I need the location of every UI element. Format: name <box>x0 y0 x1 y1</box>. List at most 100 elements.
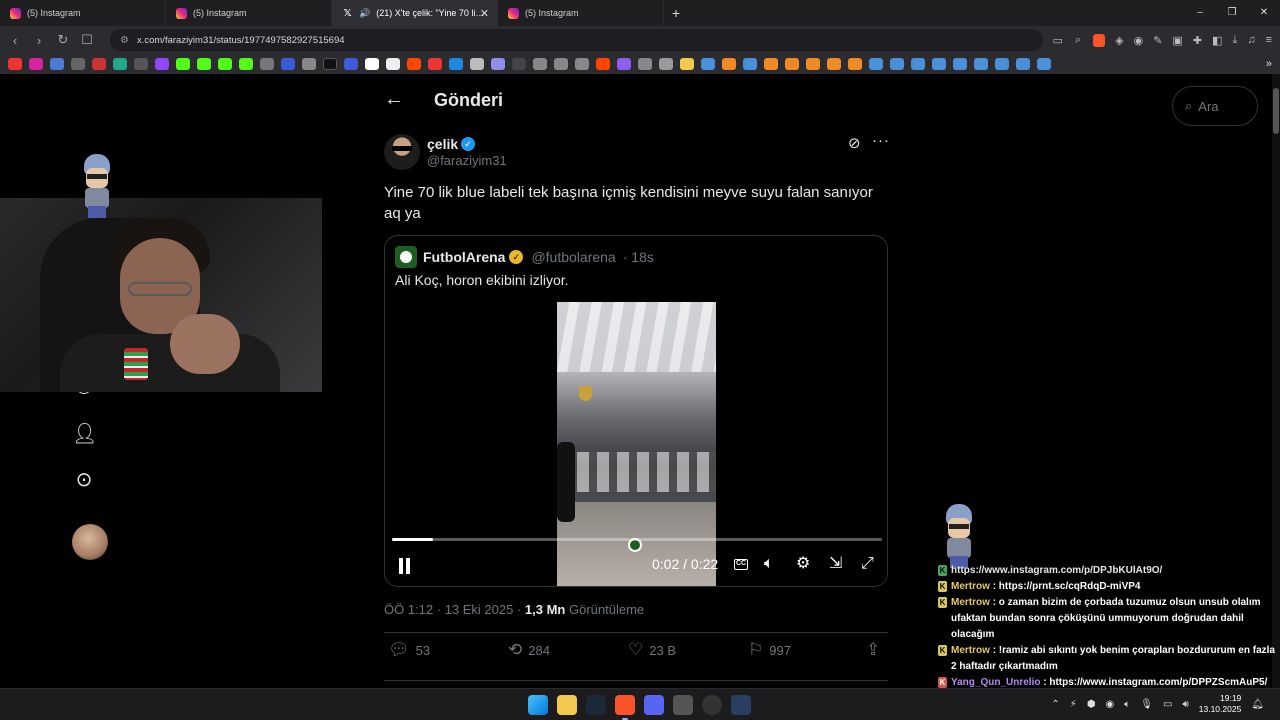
bookmark-icon[interactable] <box>134 58 148 70</box>
bookmark-icon[interactable] <box>302 58 316 70</box>
bookmark-steam-icon[interactable] <box>1037 58 1051 70</box>
steam-icon[interactable] <box>586 695 606 715</box>
system-clock[interactable]: 19:19 13.10.2025 <box>1199 693 1242 715</box>
tab-instagram-3[interactable]: (5) Instagram <box>498 0 664 26</box>
media-icon[interactable]: ♫ <box>1247 34 1255 47</box>
bookmark-icon[interactable]: ☐ <box>80 32 94 48</box>
url-text[interactable]: x.com/faraziyim31/status/197749758292751… <box>137 35 345 46</box>
extension-icon[interactable]: ◈ <box>1115 34 1123 47</box>
extension-icon[interactable]: ▣ <box>1172 34 1182 47</box>
discord-icon[interactable] <box>644 695 664 715</box>
tab-instagram-1[interactable]: (5) Instagram <box>0 0 166 26</box>
more-options-icon[interactable]: ··· <box>872 132 890 149</box>
forward-icon[interactable]: › <box>32 33 46 48</box>
captions-icon[interactable]: CC <box>734 559 748 570</box>
bookmark-reddit-icon[interactable] <box>407 58 421 70</box>
author-handle[interactable]: @faraziyim31 <box>427 153 507 168</box>
dock-video-icon[interactable]: ⇲ <box>829 554 842 574</box>
bookmark-button[interactable]: ⚐ 997 <box>748 640 791 660</box>
bookmark-steam-icon[interactable] <box>869 58 883 70</box>
quoted-author-handle[interactable]: @futbolarena <box>531 249 615 265</box>
bookmark-icon[interactable] <box>617 58 631 70</box>
video-player[interactable]: 0:02 / 0:22 CC 🔈︎ ⚙ ⇲ ⤢ <box>385 302 887 586</box>
bookmark-kick-icon[interactable] <box>197 58 211 70</box>
site-settings-icon[interactable]: ⚙ <box>120 35 129 46</box>
bookmark-steam-icon[interactable] <box>995 58 1009 70</box>
volume-icon[interactable]: 🔈︎ <box>764 554 774 574</box>
tray-volume-icon[interactable]: 🔈︎ <box>1124 699 1130 710</box>
menu-icon[interactable]: ≡ <box>1266 34 1272 47</box>
scrollbar-thumb[interactable] <box>1273 88 1279 134</box>
bookmark-icon[interactable] <box>491 58 505 70</box>
quoted-author-name[interactable]: FutbolArena <box>423 249 505 265</box>
bookmark-reddit-icon[interactable] <box>596 58 610 70</box>
bookmark-steam-icon[interactable] <box>953 58 967 70</box>
minimize-button[interactable]: – <box>1184 0 1216 26</box>
bookmark-instagram-icon[interactable] <box>29 58 43 70</box>
bookmark-icon[interactable] <box>554 58 568 70</box>
share-button[interactable]: ⇪ <box>866 640 880 660</box>
bookmark-icon[interactable] <box>533 58 547 70</box>
file-explorer-icon[interactable] <box>557 695 577 715</box>
tray-app-icon[interactable]: ⚡ <box>1070 699 1077 710</box>
bookmark-youtube-icon[interactable] <box>8 58 22 70</box>
obs-icon[interactable] <box>702 695 722 715</box>
bookmark-icon[interactable] <box>260 58 274 70</box>
like-button[interactable]: ♡ 23 B <box>628 640 676 660</box>
puzzle-icon[interactable]: ✚ <box>1193 34 1202 47</box>
reply-button[interactable]: 💬︎ 53 <box>388 640 430 660</box>
bookmark-icon[interactable] <box>470 58 484 70</box>
tray-app-icon[interactable]: ⬢ <box>1087 699 1096 710</box>
search-input[interactable]: ⌕ Ara <box>1172 86 1258 126</box>
cast-icon[interactable]: ▭ <box>1053 34 1063 47</box>
bookmark-icon[interactable] <box>722 58 736 70</box>
author-name-row[interactable]: çelik ✓ <box>427 136 476 152</box>
bookmark-icon[interactable] <box>365 58 379 70</box>
notifications-icon[interactable]: 🔔︎ <box>1251 699 1264 710</box>
tray-overflow-icon[interactable]: ⌃ <box>1051 699 1059 710</box>
bookmarks-overflow-icon[interactable]: » <box>1266 58 1272 70</box>
new-tab-button[interactable]: + <box>664 5 688 21</box>
bookmark-kick-icon[interactable] <box>218 58 232 70</box>
brave-shields-icon[interactable] <box>1093 33 1106 47</box>
video-progress-bar[interactable] <box>392 538 882 541</box>
microphone-icon[interactable]: 🎙︎ <box>1140 699 1153 710</box>
close-window-button[interactable]: ✕ <box>1248 0 1280 26</box>
bookmark-icon[interactable] <box>386 58 400 70</box>
extension-icon[interactable]: ✎ <box>1153 34 1162 47</box>
bookmark-icon[interactable] <box>512 58 526 70</box>
quoted-tweet[interactable]: FutbolArena ✓ @futbolarena · 18s Ali Koç… <box>384 235 888 587</box>
back-icon[interactable]: ‹ <box>8 33 22 48</box>
bookmark-icon[interactable] <box>659 58 673 70</box>
tab-instagram-2[interactable]: (5) Instagram <box>166 0 332 26</box>
tray-steam-icon[interactable]: ◉ <box>1106 699 1115 710</box>
bookmark-icon[interactable] <box>785 58 799 70</box>
bookmark-icon[interactable] <box>428 58 442 70</box>
account-avatar[interactable] <box>72 524 108 560</box>
download-icon[interactable]: ⤓ <box>1232 34 1237 47</box>
address-bar[interactable]: ⚙ x.com/faraziyim31/status/1977497582927… <box>110 29 1043 51</box>
bookmark-icon[interactable] <box>344 58 358 70</box>
bookmark-kick-icon[interactable] <box>176 58 190 70</box>
brave-browser-icon[interactable] <box>615 695 635 720</box>
bookmark-icon[interactable] <box>764 58 778 70</box>
bookmark-steam-icon[interactable] <box>890 58 904 70</box>
start-icon[interactable] <box>528 695 548 715</box>
tweet-timestamp[interactable]: ÖÖ 1:12 · 13 Eki 2025 · <box>384 602 525 617</box>
bookmark-steam-icon[interactable] <box>911 58 925 70</box>
bookmark-icon[interactable] <box>71 58 85 70</box>
settings-gear-icon[interactable]: ⚙ <box>796 554 810 574</box>
bookmark-gmail-icon[interactable] <box>92 58 106 70</box>
zoom-icon[interactable]: ⌕ <box>1075 34 1081 47</box>
bookmark-steam-icon[interactable] <box>1016 58 1030 70</box>
bookmark-kick-icon[interactable] <box>239 58 253 70</box>
bookmark-icon[interactable] <box>50 58 64 70</box>
bookmark-icon[interactable] <box>449 58 463 70</box>
bookmark-x-icon[interactable] <box>323 58 337 70</box>
bookmark-icon[interactable] <box>575 58 589 70</box>
bookmark-drive-icon[interactable] <box>113 58 127 70</box>
sidebar-icon[interactable]: ◧ <box>1212 34 1222 47</box>
app-icon[interactable] <box>673 695 693 715</box>
close-tab-icon[interactable]: ✕ <box>480 7 489 20</box>
speaker-icon[interactable]: 🔊︎ <box>1182 699 1188 710</box>
